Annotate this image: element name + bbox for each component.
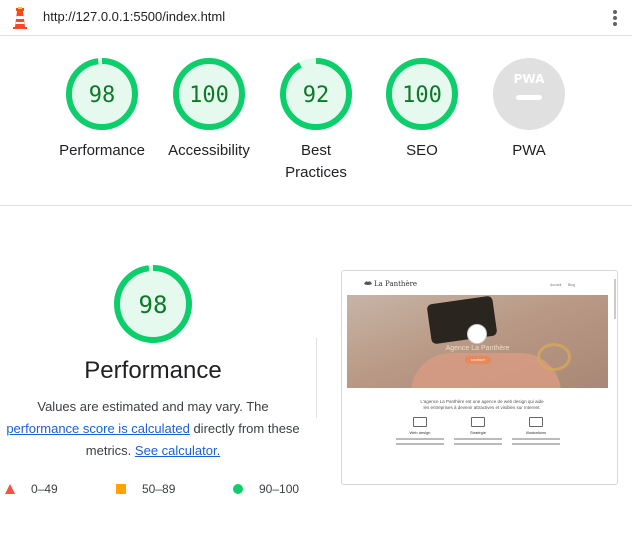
report-topbar: http://127.0.0.1:5500/index.html (0, 0, 632, 36)
triangle-fail-icon (5, 484, 15, 494)
legend-pass-range: 90–100 (259, 482, 300, 496)
chart-icon (471, 417, 485, 427)
thumb-service-illustrations: Illustrations (506, 417, 566, 445)
lighthouse-logo-icon (13, 7, 27, 29)
gauge-performance[interactable]: 98 Performance (42, 57, 162, 162)
report-url[interactable]: http://127.0.0.1:5500/index.html (43, 9, 225, 24)
gauge-accessibility-label: Accessibility (168, 142, 250, 159)
gauge-pwa-label: PWA (512, 142, 546, 159)
performance-gauge-large: 98 (113, 264, 193, 349)
gauge-pwa[interactable]: PWA PWA (469, 57, 589, 162)
thumb-intro-line: les entreprises à devenir attractives et… (423, 405, 541, 410)
menu-kebab-icon[interactable] (612, 10, 618, 28)
score-calculated-link[interactable]: performance score is calculated (6, 421, 190, 436)
gauge-seo-ring: 100 (386, 58, 458, 130)
performance-title: Performance (84, 357, 222, 384)
thumb-nav-link: Blog (568, 283, 576, 287)
gauge-seo-score: 100 (402, 83, 442, 108)
thumb-hero-logo-icon (467, 324, 487, 344)
thumb-contact-button: CONTACT (465, 356, 491, 364)
gauge-performance-label: Performance (59, 142, 145, 159)
thumb-service-strategie: Stratégie (448, 417, 508, 445)
final-screenshot-thumbnail[interactable]: La Panthère Accueil Blog Agence La Panth… (341, 270, 618, 485)
gauge-accessibility[interactable]: 100 Accessibility (149, 57, 269, 162)
gauge-seo-label: SEO (406, 142, 438, 159)
thumb-navbar: La Panthère Accueil Blog (342, 271, 617, 319)
see-calculator-link[interactable]: See calculator. (135, 443, 220, 458)
gauge-performance-score: 98 (89, 83, 116, 108)
gauge-best-practices[interactable]: 92 Best Practices (256, 57, 376, 184)
thumb-scrollbar (614, 279, 616, 319)
square-average-icon (116, 484, 126, 494)
thumb-hero-title: Agence La Panthère (445, 345, 510, 352)
gauge-accessibility-ring: 100 (173, 58, 245, 130)
thumb-nav-link: Accueil (550, 283, 562, 287)
section-divider (0, 205, 632, 206)
pencil-icon (529, 417, 543, 427)
thumb-hero-image: Agence La Panthère CONTACT (347, 295, 608, 388)
gauge-best-practices-ring: 92 (280, 58, 352, 130)
performance-description: Values are estimated and may vary. The p… (0, 396, 306, 462)
gauge-seo[interactable]: 100 SEO (362, 57, 482, 162)
browser-window-icon (413, 417, 427, 427)
gauge-best-practices-label: Best Practices (285, 142, 347, 181)
gauge-performance-ring: 98 (66, 58, 138, 130)
legend-average-range: 50–89 (142, 482, 176, 496)
pwa-badge-icon: PWA (493, 58, 565, 130)
thumb-service-webdesign: Web design (390, 417, 450, 445)
gauge-accessibility-score: 100 (189, 83, 229, 108)
gauge-best-practices-score: 92 (303, 83, 330, 108)
svg-text:PWA: PWA (514, 72, 545, 86)
thumb-brand: La Panthère (374, 280, 418, 288)
vertical-separator (316, 338, 317, 418)
circle-pass-icon (233, 484, 243, 494)
performance-score-large: 98 (139, 291, 168, 319)
panther-logo-icon (364, 281, 372, 285)
performance-gauge-large-ring: 98 (114, 265, 192, 343)
legend-fail-range: 0–49 (31, 482, 58, 496)
performance-desc-text: Values are estimated and may vary. The (37, 399, 269, 414)
